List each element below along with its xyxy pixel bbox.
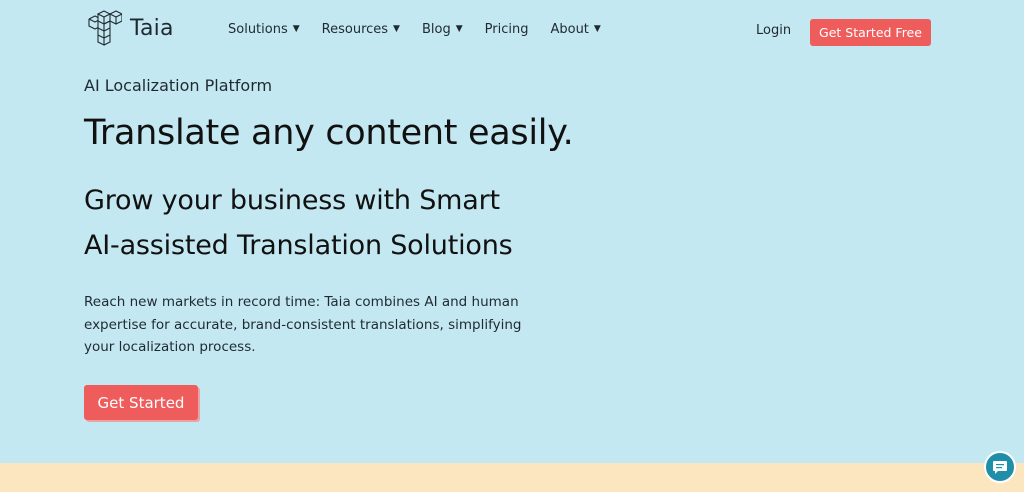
nav-item-pricing[interactable]: Pricing xyxy=(485,22,529,37)
caret-down-icon: ▼ xyxy=(593,24,601,34)
caret-down-icon: ▼ xyxy=(393,24,400,34)
nav-item-about[interactable]: About ▼ xyxy=(550,22,600,37)
brand-name: Taia xyxy=(130,15,174,41)
get-started-free-button[interactable]: Get Started Free xyxy=(810,19,931,46)
brand-logo[interactable]: Taia xyxy=(88,10,174,46)
nav-item-blog[interactable]: Blog ▼ xyxy=(422,22,463,37)
nav-item-label: Solutions xyxy=(228,22,288,37)
hero-description: Reach new markets in record time: Taia c… xyxy=(84,294,522,355)
stacked-cubes-logo-icon xyxy=(88,10,122,46)
hero-eyebrow: AI Localization Platform xyxy=(84,76,273,95)
chat-widget-button[interactable] xyxy=(984,451,1016,483)
nav-item-label: About xyxy=(550,22,589,37)
nav-item-label: Resources xyxy=(321,22,389,37)
login-link[interactable]: Login xyxy=(756,23,791,38)
nav-item-resources[interactable]: Resources ▼ xyxy=(322,22,400,37)
nav-item-label: Blog xyxy=(421,22,451,37)
hero-subheadline: Grow your business with Smart AI-assiste… xyxy=(84,178,513,268)
get-started-button[interactable]: Get Started xyxy=(84,385,198,420)
navbar: Taia Solutions ▼ Resources ▼ Blog ▼ Pric… xyxy=(0,0,1024,64)
nav-item-label: Pricing xyxy=(484,22,529,37)
caret-down-icon: ▼ xyxy=(455,24,463,34)
hero-subheadline-line2: AI-assisted Translation Solutions xyxy=(84,230,513,261)
chat-bubble-icon xyxy=(993,461,1007,474)
nav-item-solutions[interactable]: Solutions ▼ xyxy=(228,22,300,37)
next-section-band xyxy=(0,463,1024,492)
hero-headline: Translate any content easily. xyxy=(84,113,574,153)
main-nav: Solutions ▼ Resources ▼ Blog ▼ Pricing A… xyxy=(228,22,623,37)
hero-subheadline-line1: Grow your business with Smart xyxy=(84,185,500,216)
caret-down-icon: ▼ xyxy=(292,24,300,34)
